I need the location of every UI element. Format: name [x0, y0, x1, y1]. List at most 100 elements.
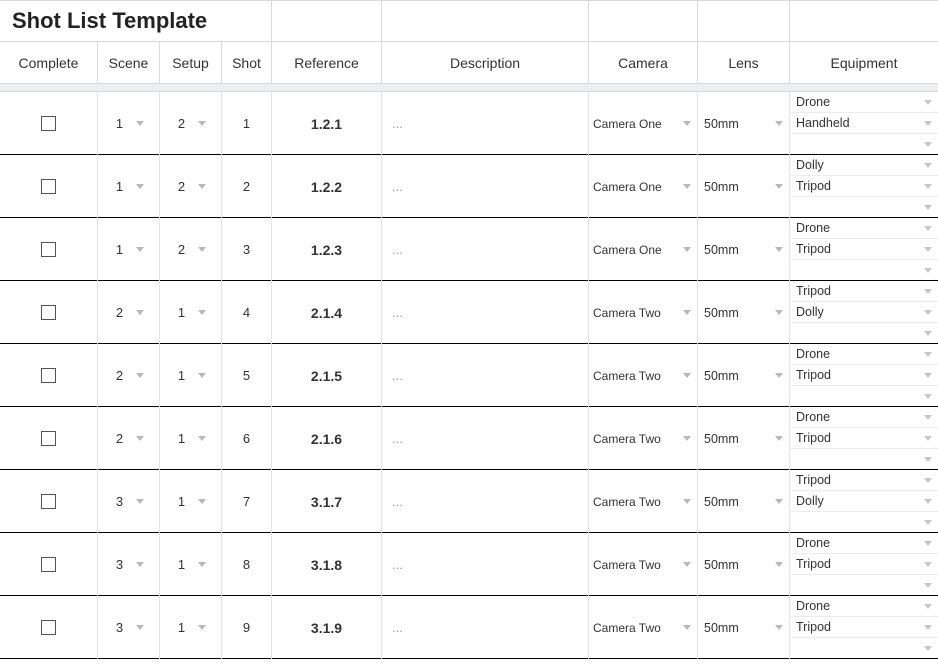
- equipment-dropdown[interactable]: Drone: [790, 596, 938, 617]
- equipment-dropdown[interactable]: [790, 512, 938, 533]
- scene-dropdown[interactable]: 1: [98, 155, 159, 218]
- description-cell[interactable]: ...: [382, 218, 589, 281]
- equipment-dropdown[interactable]: Handheld: [790, 113, 938, 134]
- camera-dropdown[interactable]: Camera One: [589, 117, 697, 131]
- equipment-dropdown[interactable]: [790, 134, 938, 155]
- camera-cell: Camera One: [589, 155, 698, 218]
- chevron-down-icon: [924, 562, 932, 567]
- description-cell[interactable]: ...: [382, 344, 589, 407]
- setup-dropdown[interactable]: 1: [160, 281, 221, 344]
- camera-dropdown[interactable]: Camera Two: [589, 558, 697, 572]
- equipment-dropdown[interactable]: Dolly: [790, 302, 938, 323]
- scene-dropdown[interactable]: 2: [98, 407, 159, 470]
- setup-dropdown[interactable]: 2: [160, 218, 221, 281]
- camera-dropdown[interactable]: Camera Two: [589, 306, 697, 320]
- setup-dropdown[interactable]: 2: [160, 155, 221, 218]
- lens-dropdown[interactable]: 50mm: [698, 495, 789, 509]
- setup-value: 1: [176, 368, 188, 383]
- lens-dropdown[interactable]: 50mm: [698, 243, 789, 257]
- equipment-dropdown[interactable]: Tripod: [790, 617, 938, 638]
- equipment-dropdown[interactable]: Dolly: [790, 155, 938, 176]
- complete-checkbox[interactable]: [41, 620, 56, 635]
- reference-cell: 3.1.7: [272, 470, 382, 533]
- setup-dropdown[interactable]: 2: [160, 92, 221, 155]
- equipment-dropdown[interactable]: Drone: [790, 92, 938, 113]
- equipment-dropdown[interactable]: Drone: [790, 533, 938, 554]
- equipment-cell: DroneHandheld: [790, 92, 938, 155]
- description-cell[interactable]: ...: [382, 407, 589, 470]
- reference-value: 1.2.1: [311, 116, 342, 132]
- setup-dropdown[interactable]: 1: [160, 407, 221, 470]
- complete-checkbox[interactable]: [41, 368, 56, 383]
- camera-dropdown[interactable]: Camera Two: [589, 432, 697, 446]
- setup-dropdown[interactable]: 1: [160, 533, 221, 596]
- complete-checkbox[interactable]: [41, 557, 56, 572]
- complete-checkbox[interactable]: [41, 431, 56, 446]
- equipment-dropdown[interactable]: Tripod: [790, 176, 938, 197]
- camera-dropdown[interactable]: Camera Two: [589, 495, 697, 509]
- equipment-dropdown[interactable]: Tripod: [790, 428, 938, 449]
- lens-dropdown[interactable]: 50mm: [698, 180, 789, 194]
- equipment-dropdown[interactable]: Tripod: [790, 239, 938, 260]
- complete-checkbox[interactable]: [41, 116, 56, 131]
- equipment-value: Tripod: [796, 620, 831, 634]
- equipment-dropdown[interactable]: Drone: [790, 218, 938, 239]
- camera-value: Camera Two: [593, 432, 661, 446]
- chevron-down-icon: [924, 289, 932, 294]
- lens-dropdown[interactable]: 50mm: [698, 621, 789, 635]
- equipment-dropdown[interactable]: [790, 260, 938, 281]
- equipment-dropdown[interactable]: Tripod: [790, 470, 938, 491]
- equipment-dropdown[interactable]: [790, 449, 938, 470]
- description-cell[interactable]: ...: [382, 281, 589, 344]
- description-cell[interactable]: ...: [382, 470, 589, 533]
- equipment-dropdown[interactable]: Dolly: [790, 491, 938, 512]
- complete-checkbox[interactable]: [41, 494, 56, 509]
- reference-cell: 1.2.2: [272, 155, 382, 218]
- equipment-dropdown[interactable]: [790, 575, 938, 596]
- equipment-value: Drone: [796, 599, 830, 613]
- scene-dropdown[interactable]: 3: [98, 533, 159, 596]
- chevron-down-icon: [198, 562, 206, 567]
- setup-dropdown[interactable]: 1: [160, 596, 221, 659]
- scene-dropdown[interactable]: 1: [98, 218, 159, 281]
- lens-dropdown[interactable]: 50mm: [698, 117, 789, 131]
- camera-cell: Camera Two: [589, 407, 698, 470]
- camera-dropdown[interactable]: Camera One: [589, 180, 697, 194]
- lens-dropdown[interactable]: 50mm: [698, 369, 789, 383]
- setup-dropdown[interactable]: 1: [160, 470, 221, 533]
- lens-dropdown[interactable]: 50mm: [698, 558, 789, 572]
- equipment-cell: Tripod Dolly: [790, 470, 938, 533]
- lens-dropdown[interactable]: 50mm: [698, 432, 789, 446]
- scene-dropdown[interactable]: 3: [98, 596, 159, 659]
- equipment-dropdown[interactable]: [790, 197, 938, 218]
- complete-checkbox[interactable]: [41, 242, 56, 257]
- equipment-dropdown[interactable]: Drone: [790, 344, 938, 365]
- equipment-dropdown[interactable]: Tripod: [790, 281, 938, 302]
- description-cell[interactable]: ...: [382, 533, 589, 596]
- equipment-dropdown[interactable]: [790, 638, 938, 659]
- equipment-dropdown[interactable]: Tripod: [790, 554, 938, 575]
- description-cell[interactable]: ...: [382, 155, 589, 218]
- scene-dropdown[interactable]: 1: [98, 92, 159, 155]
- chevron-down-icon: [136, 247, 144, 252]
- scene-dropdown[interactable]: 3: [98, 470, 159, 533]
- description-cell[interactable]: ...: [382, 596, 589, 659]
- camera-dropdown[interactable]: Camera Two: [589, 369, 697, 383]
- camera-value: Camera Two: [593, 495, 661, 509]
- lens-dropdown[interactable]: 50mm: [698, 306, 789, 320]
- description-cell[interactable]: ...: [382, 92, 589, 155]
- camera-dropdown[interactable]: Camera One: [589, 243, 697, 257]
- equipment-dropdown[interactable]: [790, 323, 938, 344]
- setup-dropdown[interactable]: 1: [160, 344, 221, 407]
- complete-checkbox[interactable]: [41, 305, 56, 320]
- camera-dropdown[interactable]: Camera Two: [589, 621, 697, 635]
- scene-dropdown[interactable]: 2: [98, 281, 159, 344]
- equipment-dropdown[interactable]: Drone: [790, 407, 938, 428]
- equipment-value: Tripod: [796, 473, 831, 487]
- equipment-dropdown[interactable]: Tripod: [790, 365, 938, 386]
- complete-checkbox[interactable]: [41, 179, 56, 194]
- setup-value: 1: [176, 431, 188, 446]
- scene-dropdown[interactable]: 2: [98, 344, 159, 407]
- equipment-dropdown[interactable]: [790, 386, 938, 407]
- chevron-down-icon: [924, 478, 932, 483]
